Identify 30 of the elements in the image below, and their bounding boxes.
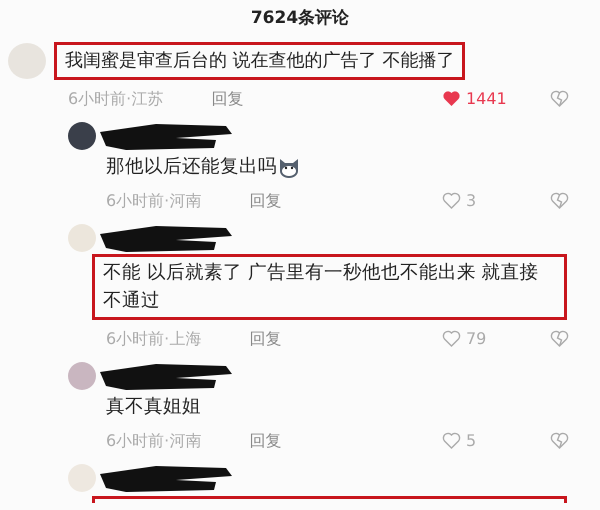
- heart-icon[interactable]: [441, 89, 462, 109]
- reply-link[interactable]: 回复: [249, 429, 282, 453]
- comment-time-location: 6小时前·上海: [106, 328, 202, 350]
- heart-icon[interactable]: [441, 329, 462, 349]
- comment-time-location: 6小时前·河南: [106, 190, 202, 212]
- like-count: 79: [466, 328, 486, 350]
- highlighted-comment-text: 我闺蜜是审查后台的 说在查他的广告了 不能播了: [65, 49, 454, 73]
- broken-heart-icon[interactable]: [549, 329, 570, 349]
- like-count: 5: [466, 430, 476, 452]
- heart-icon[interactable]: [441, 191, 462, 211]
- comment-text: 真不真姐姐: [106, 395, 201, 419]
- avatar: [68, 362, 96, 390]
- highlighted-comment-text: 不能 以后就素了 广告里有一秒他也不能出来 就直接不通过: [103, 261, 540, 313]
- avatar: [68, 122, 96, 150]
- reply-link[interactable]: 回复: [211, 87, 244, 111]
- like-count: 3: [466, 190, 476, 212]
- broken-heart-icon[interactable]: [549, 191, 570, 211]
- comments-count-title: 7624条评论: [250, 7, 350, 30]
- broken-heart-icon[interactable]: [549, 89, 570, 109]
- avatar: [68, 224, 96, 252]
- avatar: [8, 43, 46, 79]
- reply-link[interactable]: 回复: [249, 327, 282, 351]
- reply-link[interactable]: 回复: [249, 189, 282, 213]
- avatar: [68, 464, 96, 492]
- comment-time-location: 6小时前·河南: [106, 430, 202, 452]
- comment-text: 那他以后还能复出吗: [106, 155, 277, 179]
- comment-time-location: 6小时前·江苏: [68, 88, 164, 110]
- like-count: 1441: [466, 88, 507, 110]
- heart-icon[interactable]: [441, 431, 462, 451]
- broken-heart-icon[interactable]: [549, 431, 570, 451]
